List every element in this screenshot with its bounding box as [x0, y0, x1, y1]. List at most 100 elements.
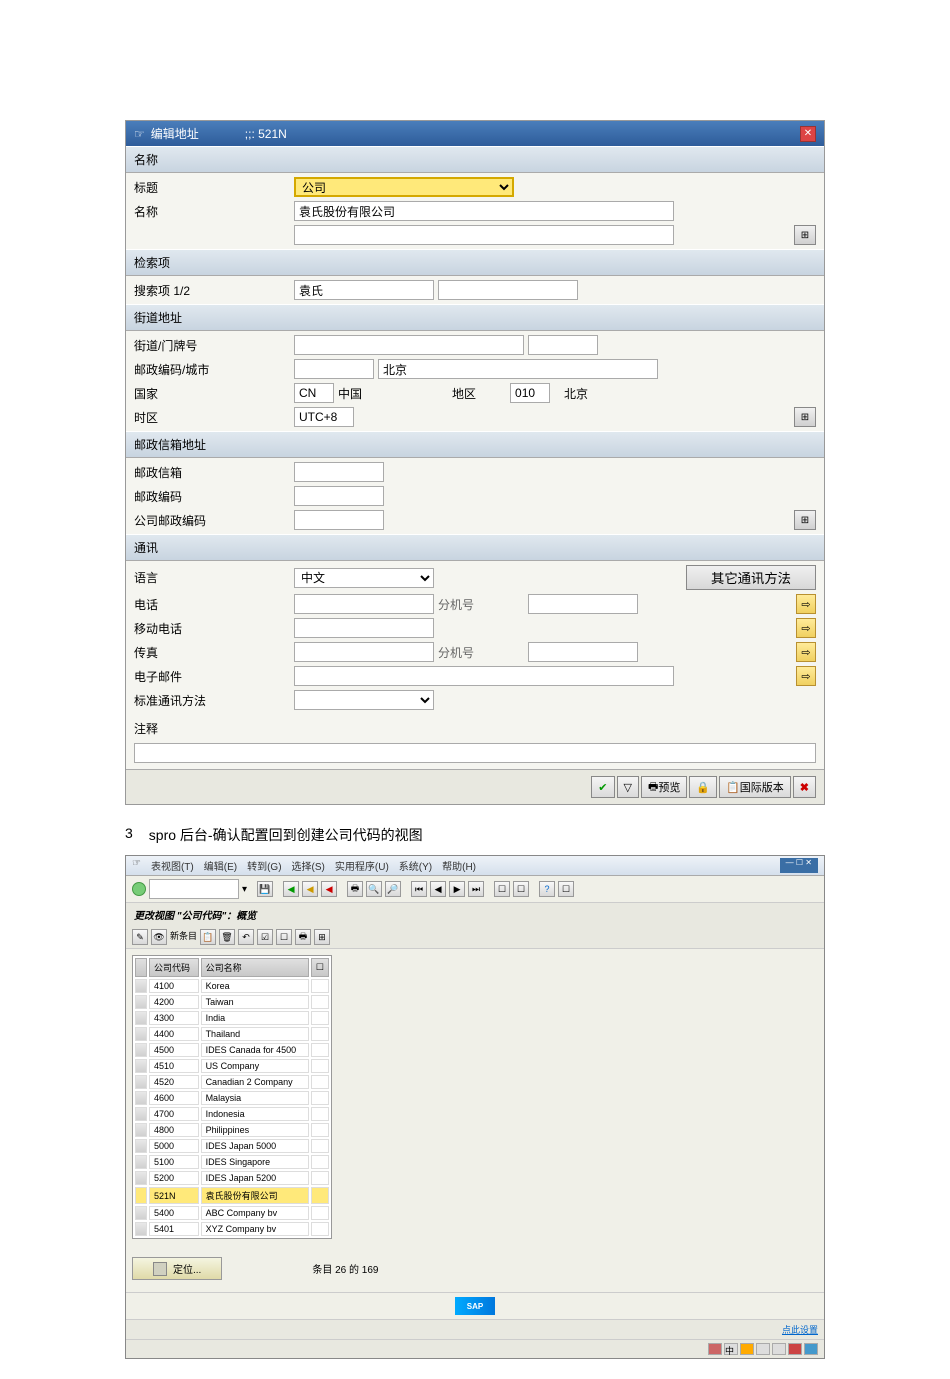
- help-icon[interactable]: ?: [539, 881, 555, 897]
- copy-button[interactable]: 📋 国际版本: [719, 776, 791, 798]
- new-entry-text[interactable]: 新条目: [170, 929, 197, 945]
- close-icon[interactable]: ✕: [800, 126, 816, 142]
- postal-input[interactable]: [294, 359, 374, 379]
- mobile-arrow-icon[interactable]: ⇨: [796, 618, 816, 638]
- street-input[interactable]: [294, 335, 524, 355]
- company-postal-input[interactable]: [294, 510, 384, 530]
- command-input[interactable]: [149, 879, 239, 899]
- name2-input[interactable]: [294, 225, 674, 245]
- fax-input[interactable]: [294, 642, 434, 662]
- menu-select[interactable]: 选择(S): [292, 858, 325, 873]
- menu-edit[interactable]: 编辑(E): [204, 858, 237, 873]
- comment-input[interactable]: [134, 743, 816, 763]
- search2-input[interactable]: [438, 280, 578, 300]
- table-row[interactable]: 4600Malaysia: [135, 1091, 329, 1105]
- table-row[interactable]: 4400Thailand: [135, 1027, 329, 1041]
- copy-as-icon[interactable]: 📋: [200, 929, 216, 945]
- menu-system[interactable]: 系统(Y): [399, 858, 432, 873]
- std-comm-select[interactable]: [294, 690, 434, 710]
- expand-pobox-icon[interactable]: ⊞: [794, 510, 816, 530]
- status-link[interactable]: 点此设置: [782, 1323, 818, 1336]
- table-row[interactable]: 5400ABC Company bv: [135, 1206, 329, 1220]
- si3[interactable]: [740, 1343, 754, 1355]
- last-icon[interactable]: ⏭: [468, 881, 484, 897]
- table-row[interactable]: 4800Philippines: [135, 1123, 329, 1137]
- first-icon[interactable]: ⏮: [411, 881, 427, 897]
- select-all-icon[interactable]: ☑: [257, 929, 273, 945]
- table-row[interactable]: 4500IDES Canada for 4500: [135, 1043, 329, 1057]
- city-input[interactable]: [378, 359, 658, 379]
- ok-icon[interactable]: [132, 882, 146, 896]
- lock-button[interactable]: 🔒: [689, 776, 717, 798]
- table-row[interactable]: 4700Indonesia: [135, 1107, 329, 1121]
- layout-icon[interactable]: ☐: [558, 881, 574, 897]
- select-col[interactable]: [135, 958, 147, 977]
- cancel-button[interactable]: ✖: [793, 776, 816, 798]
- table-row[interactable]: 4300India: [135, 1011, 329, 1025]
- menu-help[interactable]: 帮助(H): [442, 858, 476, 873]
- back-icon[interactable]: ◀: [283, 881, 299, 897]
- expand-street-icon[interactable]: ⊞: [794, 407, 816, 427]
- table-row[interactable]: 5000IDES Japan 5000: [135, 1139, 329, 1153]
- shortcut-icon[interactable]: ☐: [513, 881, 529, 897]
- next-icon[interactable]: ▶: [449, 881, 465, 897]
- table-row[interactable]: 5200IDES Japan 5200: [135, 1171, 329, 1185]
- window-controls[interactable]: — ☐ ✕: [780, 858, 818, 873]
- find-icon[interactable]: 🔍: [366, 881, 382, 897]
- house-input[interactable]: [528, 335, 598, 355]
- expand-icon[interactable]: ⊞: [314, 929, 330, 945]
- email-input[interactable]: [294, 666, 674, 686]
- expand-name-icon[interactable]: ⊞: [794, 225, 816, 245]
- table-row[interactable]: 4510US Company: [135, 1059, 329, 1073]
- country-code-input[interactable]: [294, 383, 334, 403]
- session-icon[interactable]: ☐: [494, 881, 510, 897]
- save-icon[interactable]: 💾: [257, 881, 273, 897]
- table-row[interactable]: 4100Korea: [135, 979, 329, 993]
- menu-util[interactable]: 实用程序(U): [335, 858, 389, 873]
- col-code[interactable]: 公司代码: [149, 958, 199, 977]
- print-icon[interactable]: 🖶: [347, 881, 363, 897]
- name-input[interactable]: [294, 201, 674, 221]
- menu-tableview[interactable]: 表视图(T): [151, 858, 194, 873]
- fax-arrow-icon[interactable]: ⇨: [796, 642, 816, 662]
- phone-arrow-icon[interactable]: ⇨: [796, 594, 816, 614]
- si5[interactable]: [772, 1343, 786, 1355]
- other-comm-button[interactable]: 其它通讯方法: [686, 565, 816, 590]
- confirm-button[interactable]: ✔: [591, 776, 614, 798]
- cancel-icon[interactable]: ◀: [321, 881, 337, 897]
- fax-ext-input[interactable]: [528, 642, 638, 662]
- mobile-input[interactable]: [294, 618, 434, 638]
- timezone-input[interactable]: [294, 407, 354, 427]
- si1[interactable]: [708, 1343, 722, 1355]
- region-code-input[interactable]: [510, 383, 550, 403]
- table-row[interactable]: 5100IDES Singapore: [135, 1155, 329, 1169]
- exit-icon[interactable]: ◀: [302, 881, 318, 897]
- table-row[interactable]: 4520Canadian 2 Company: [135, 1075, 329, 1089]
- print-button[interactable]: 🖶 预览: [641, 776, 687, 798]
- pobox-postal-input[interactable]: [294, 486, 384, 506]
- prev-icon[interactable]: ◀: [430, 881, 446, 897]
- new-entries-icon[interactable]: ✎: [132, 929, 148, 945]
- deselect-icon[interactable]: ☐: [276, 929, 292, 945]
- si4[interactable]: [756, 1343, 770, 1355]
- si7[interactable]: [804, 1343, 818, 1355]
- col-name[interactable]: 公司名称: [201, 958, 309, 977]
- table-row[interactable]: 5401XYZ Company bv: [135, 1222, 329, 1236]
- detail-icon[interactable]: 👁: [151, 929, 167, 945]
- si6[interactable]: [788, 1343, 802, 1355]
- funnel-button[interactable]: ▽: [617, 776, 639, 798]
- ext-input[interactable]: [528, 594, 638, 614]
- dropdown-icon[interactable]: ▾: [242, 884, 247, 895]
- findnext-icon[interactable]: 🔎: [385, 881, 401, 897]
- menu-goto[interactable]: 转到(G): [247, 858, 281, 873]
- table-row[interactable]: 521N袁氏股份有限公司: [135, 1187, 329, 1204]
- position-button[interactable]: 定位...: [132, 1257, 222, 1280]
- search1-input[interactable]: [294, 280, 434, 300]
- lang-select[interactable]: 中文: [294, 568, 434, 588]
- pobox-input[interactable]: [294, 462, 384, 482]
- undo-icon[interactable]: ↶: [238, 929, 254, 945]
- si2[interactable]: 中: [724, 1343, 738, 1355]
- print2-icon[interactable]: 🖶: [295, 929, 311, 945]
- table-row[interactable]: 4200Taiwan: [135, 995, 329, 1009]
- title-select[interactable]: 公司: [294, 177, 514, 197]
